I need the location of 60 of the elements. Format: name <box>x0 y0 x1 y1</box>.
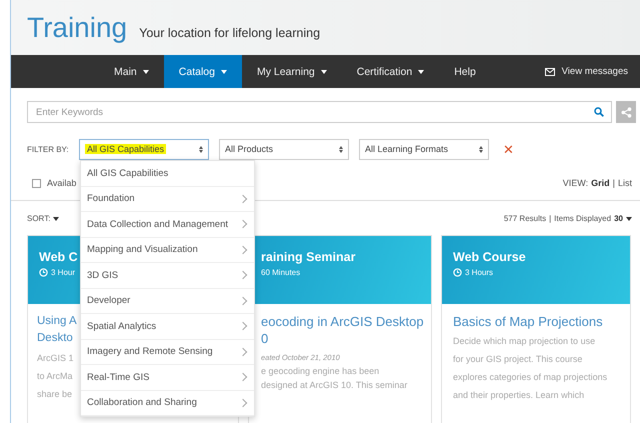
dropdown-option[interactable]: Spatial Analytics <box>81 314 254 340</box>
nav-tab[interactable]: Catalog <box>164 55 242 88</box>
nav-tab[interactable]: Main <box>99 55 164 88</box>
filter-select[interactable]: All GIS Capabilities <box>79 138 209 160</box>
filter-label: FILTER BY: <box>27 144 69 154</box>
view-separator: | <box>612 178 615 188</box>
course-description: designed at ArcGIS 10. This seminar <box>261 379 408 392</box>
course-duration: 60 Minutes <box>261 268 300 277</box>
course-duration: 3 Hours <box>465 268 494 277</box>
share-button[interactable] <box>616 101 636 123</box>
course-type: Web Course <box>453 250 527 264</box>
site-title: Training <box>27 14 128 42</box>
dropdown-option[interactable]: Data Collection and Management <box>81 212 254 238</box>
dropdown-option[interactable]: Collaboration and Sharing <box>81 390 254 416</box>
site-tagline: Your location for lifelong learning <box>139 26 320 40</box>
results-separator: | <box>549 214 552 222</box>
clear-filters-icon[interactable]: ✕ <box>503 142 514 156</box>
course-description: and their properties. Learn which <box>453 389 584 402</box>
search-icon[interactable] <box>594 107 604 117</box>
availability-checkbox[interactable] <box>32 178 41 188</box>
course-description: Decide which map projection to use <box>453 335 596 348</box>
dropdown-option[interactable]: All GIS Capabilities <box>81 161 254 186</box>
course-description: ArcGIS 1 <box>37 352 74 365</box>
nav-tab[interactable]: Certification <box>342 55 440 88</box>
course-description: to ArcMa <box>37 370 73 383</box>
filter-select[interactable]: All Learning Formats <box>359 138 489 160</box>
sort-arrows-icon <box>339 146 343 152</box>
dropdown-option[interactable]: Mapping and Visualization <box>81 238 254 263</box>
results-count: 577 Results <box>504 214 546 222</box>
caret-icon <box>53 216 60 220</box>
dropdown-option[interactable]: 3D GIS <box>81 263 254 288</box>
dropdown-option[interactable]: Real-Time GIS <box>81 365 254 390</box>
items-per-page-select[interactable]: 30 <box>614 214 632 222</box>
dropdown-option[interactable]: Imagery and Remote Sensing <box>81 340 254 365</box>
dropdown-option[interactable]: Developer <box>81 288 254 314</box>
view-option[interactable]: Grid <box>591 178 610 188</box>
sort-arrows-icon <box>479 146 483 152</box>
envelope-icon <box>544 68 555 76</box>
caret-icon <box>626 216 632 220</box>
course-type: Web C <box>39 250 79 264</box>
course-duration: 3 Hour <box>51 268 76 277</box>
view-messages-link[interactable]: View messages <box>530 55 640 88</box>
filter-select[interactable]: All Products <box>219 138 349 160</box>
share-icon <box>620 106 632 118</box>
course-title[interactable]: Using A <box>37 313 77 330</box>
view-option[interactable]: List <box>618 178 632 188</box>
course-description: for your GIS project. This course <box>453 353 582 366</box>
search-field[interactable]: Enter Keywords <box>27 101 612 123</box>
course-description: explores categories of map projections <box>453 371 608 384</box>
nav-tab[interactable]: Help <box>439 55 491 88</box>
view-label: VIEW: <box>562 178 588 188</box>
items-displayed-label: Items Displayed <box>554 214 612 222</box>
course-description: share be <box>37 388 72 401</box>
course-type: raining Seminar <box>261 250 356 264</box>
nav-tab[interactable]: My Learning <box>242 55 342 88</box>
availability-label: Availab <box>47 178 76 188</box>
dropdown-option[interactable]: Foundation <box>81 186 254 212</box>
sort-control[interactable]: SORT: <box>27 214 60 222</box>
course-description: e geocoding engine has been <box>261 365 380 378</box>
sort-arrows-icon <box>199 146 203 152</box>
